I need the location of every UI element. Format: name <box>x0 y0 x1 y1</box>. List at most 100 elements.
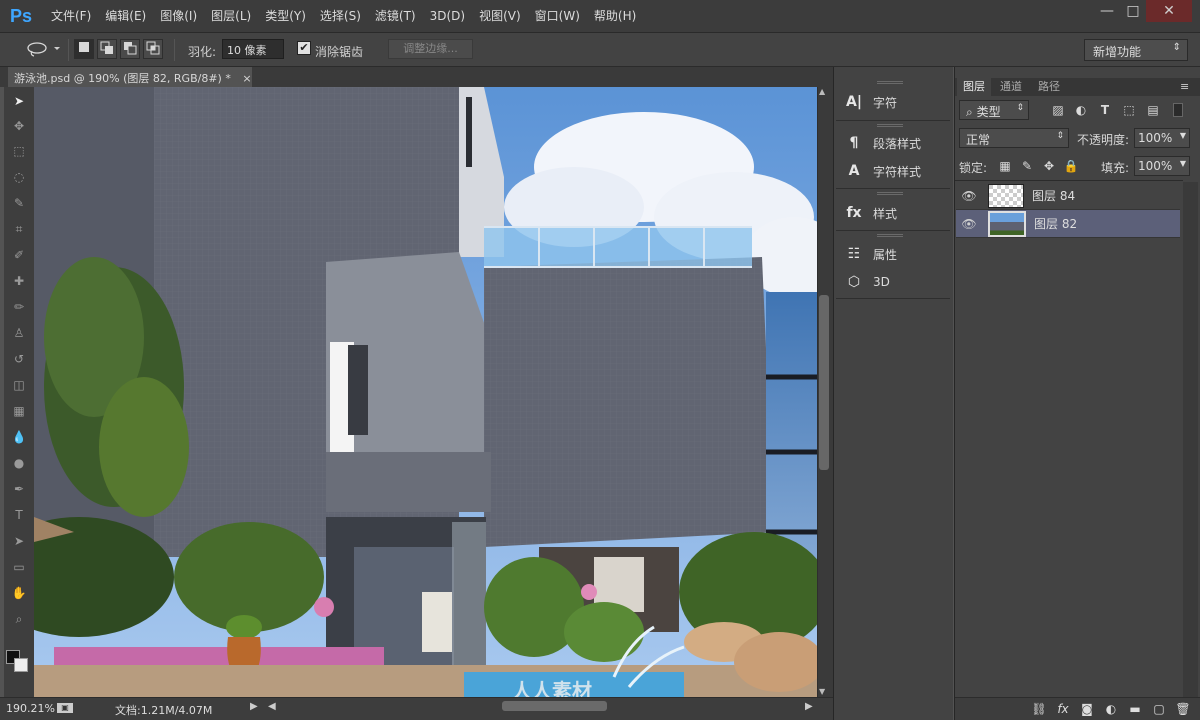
character-style-panel-button[interactable]: A 字符样式 <box>845 159 921 183</box>
panel-grip[interactable] <box>877 81 903 84</box>
panel-grip[interactable] <box>877 234 903 237</box>
horizontal-scroll-thumb[interactable] <box>502 701 607 711</box>
new-layer-icon[interactable]: ▢ <box>1150 700 1168 718</box>
pen-tool-icon[interactable]: ✒ <box>8 478 30 500</box>
layer-name[interactable]: 图层 84 <box>1032 187 1075 204</box>
marquee-tool-icon[interactable]: ⬚ <box>8 140 30 162</box>
layer-row-selected[interactable]: 👁 图层 82 <box>956 210 1180 238</box>
scroll-left-icon[interactable]: ◀ <box>268 701 276 712</box>
adjustment-layer-icon[interactable]: ◐ <box>1102 700 1120 718</box>
blur-tool-icon[interactable]: 💧 <box>8 426 30 448</box>
lock-all-icon[interactable]: 🔒 <box>1062 157 1080 175</box>
eyedropper-icon[interactable]: ✐ <box>8 244 30 266</box>
move-tool-icon[interactable]: ➤ <box>8 90 30 112</box>
history-brush-icon[interactable]: ↺ <box>8 348 30 370</box>
shape-tool-icon[interactable]: ▭ <box>8 556 30 578</box>
gradient-tool-icon[interactable]: ▦ <box>8 400 30 422</box>
properties-panel-button[interactable]: ☷ 属性 <box>845 242 897 266</box>
lock-position-icon[interactable]: ✥ <box>1040 157 1058 175</box>
scroll-up-icon[interactable]: ▲ <box>819 87 825 96</box>
menu-window[interactable]: 窗口(W) <box>528 0 587 33</box>
vertical-scroll-thumb[interactable] <box>819 295 829 470</box>
character-panel-button[interactable]: A| 字符 <box>845 90 897 114</box>
clone-stamp-icon[interactable]: ♙ <box>8 322 30 344</box>
panel-separator <box>836 188 950 189</box>
crop-tool-icon[interactable]: ⌗ <box>8 218 30 240</box>
brush-tool-icon[interactable]: ✏ <box>8 296 30 318</box>
eraser-icon[interactable]: ◫ <box>8 374 30 396</box>
layer-name[interactable]: 图层 82 <box>1034 215 1077 232</box>
menu-help[interactable]: 帮助(H) <box>587 0 643 33</box>
paragraph-style-label: 段落样式 <box>873 136 922 151</box>
close-tab-icon[interactable]: × <box>242 72 251 85</box>
maximize-button[interactable]: □ <box>1118 0 1148 22</box>
menu-edit[interactable]: 编辑(E) <box>98 0 153 33</box>
tab-layers[interactable]: 图层 <box>957 78 991 96</box>
menu-3d[interactable]: 3D(D) <box>423 0 472 33</box>
artboard-move-icon[interactable]: ✥ <box>8 115 30 137</box>
layer-row[interactable]: 👁 图层 84 <box>956 182 1180 210</box>
opacity-input[interactable]: 100% ▼ <box>1134 128 1190 148</box>
quick-select-icon[interactable]: ✎ <box>8 192 30 214</box>
scroll-down-icon[interactable]: ▼ <box>819 687 825 696</box>
menu-file[interactable]: 文件(F) <box>44 0 98 33</box>
layers-scrollbar[interactable] <box>1183 182 1198 697</box>
layer-style-icon[interactable]: fx <box>1054 700 1072 718</box>
paragraph-style-panel-button[interactable]: ¶ 段落样式 <box>845 131 921 155</box>
intersect-selection-icon[interactable] <box>143 39 163 59</box>
new-selection-icon[interactable] <box>74 39 94 59</box>
menu-image[interactable]: 图像(I) <box>153 0 204 33</box>
styles-panel-button[interactable]: fx 样式 <box>845 201 897 225</box>
subtract-selection-icon[interactable] <box>120 39 140 59</box>
menu-select[interactable]: 选择(S) <box>313 0 368 33</box>
menu-view[interactable]: 视图(V) <box>472 0 528 33</box>
document-tab[interactable]: 游泳池.psd @ 190% (图层 82, RGB/8#) * × <box>8 67 252 87</box>
refine-edge-button[interactable]: 调整边缘... <box>388 39 473 59</box>
3d-panel-button[interactable]: ⬡ 3D <box>845 270 890 294</box>
delete-layer-icon[interactable]: 🗑 <box>1174 700 1192 718</box>
filter-type-icon[interactable]: T <box>1096 101 1114 119</box>
panel-grip[interactable] <box>877 192 903 195</box>
status-menu-arrow-icon[interactable]: ▶ <box>250 701 258 712</box>
status-info-icon[interactable]: ▣ <box>57 703 73 713</box>
panel-grip[interactable] <box>877 124 903 127</box>
lasso-tool-icon[interactable]: ◌ <box>8 166 30 188</box>
blend-mode-select[interactable]: 正常 ⇕ <box>959 128 1069 148</box>
zoom-tool-icon[interactable]: ⌕ <box>8 608 30 630</box>
menu-type[interactable]: 类型(Y) <box>258 0 313 33</box>
filter-pixel-icon[interactable]: ▨ <box>1049 101 1067 119</box>
filter-shape-icon[interactable]: ⬚ <box>1120 101 1138 119</box>
hand-tool-icon[interactable]: ✋ <box>8 582 30 604</box>
tab-paths[interactable]: 路径 <box>1032 78 1066 96</box>
lasso-tool-preset-icon[interactable] <box>22 40 64 60</box>
filter-smart-object-icon[interactable]: ▤ <box>1144 101 1162 119</box>
link-layers-icon[interactable]: ⛓ <box>1030 700 1048 718</box>
scroll-right-icon[interactable]: ▶ <box>805 701 813 712</box>
zoom-level[interactable]: 190.21% <box>6 702 55 715</box>
menu-layer[interactable]: 图层(L) <box>204 0 258 33</box>
type-tool-icon[interactable]: T <box>8 504 30 526</box>
add-mask-icon[interactable]: ◙ <box>1078 700 1096 718</box>
menu-filter[interactable]: 滤镜(T) <box>368 0 423 33</box>
visibility-eye-icon[interactable]: 👁 <box>956 217 982 231</box>
background-color-swatch[interactable] <box>14 658 28 672</box>
layer-filter-select[interactable]: ⌕ 类型 ⇕ <box>959 100 1029 120</box>
healing-brush-icon[interactable]: ✚ <box>8 270 30 292</box>
fill-input[interactable]: 100% ▼ <box>1134 156 1190 176</box>
close-window-button[interactable]: ✕ <box>1146 0 1192 22</box>
feather-input[interactable]: 10 像素 <box>222 39 284 59</box>
dodge-tool-icon[interactable]: ● <box>8 452 30 474</box>
tab-channels[interactable]: 通道 <box>994 78 1028 96</box>
lock-pixels-icon[interactable]: ✎ <box>1018 157 1036 175</box>
filter-adjustment-icon[interactable]: ◐ <box>1072 101 1090 119</box>
path-select-icon[interactable]: ➤ <box>8 530 30 552</box>
panel-menu-icon[interactable]: ≡ <box>1180 80 1189 93</box>
visibility-eye-icon[interactable]: 👁 <box>956 189 982 203</box>
new-group-icon[interactable]: ▬ <box>1126 700 1144 718</box>
anti-alias-checkbox[interactable]: ✔ <box>297 41 311 55</box>
filter-toggle-switch[interactable] <box>1173 103 1183 117</box>
document-canvas[interactable]: 人人素材 <box>34 87 817 697</box>
workspace-select[interactable]: 新增功能 ⇕ <box>1084 39 1188 61</box>
lock-transparent-icon[interactable]: ▦ <box>996 157 1014 175</box>
add-selection-icon[interactable] <box>97 39 117 59</box>
